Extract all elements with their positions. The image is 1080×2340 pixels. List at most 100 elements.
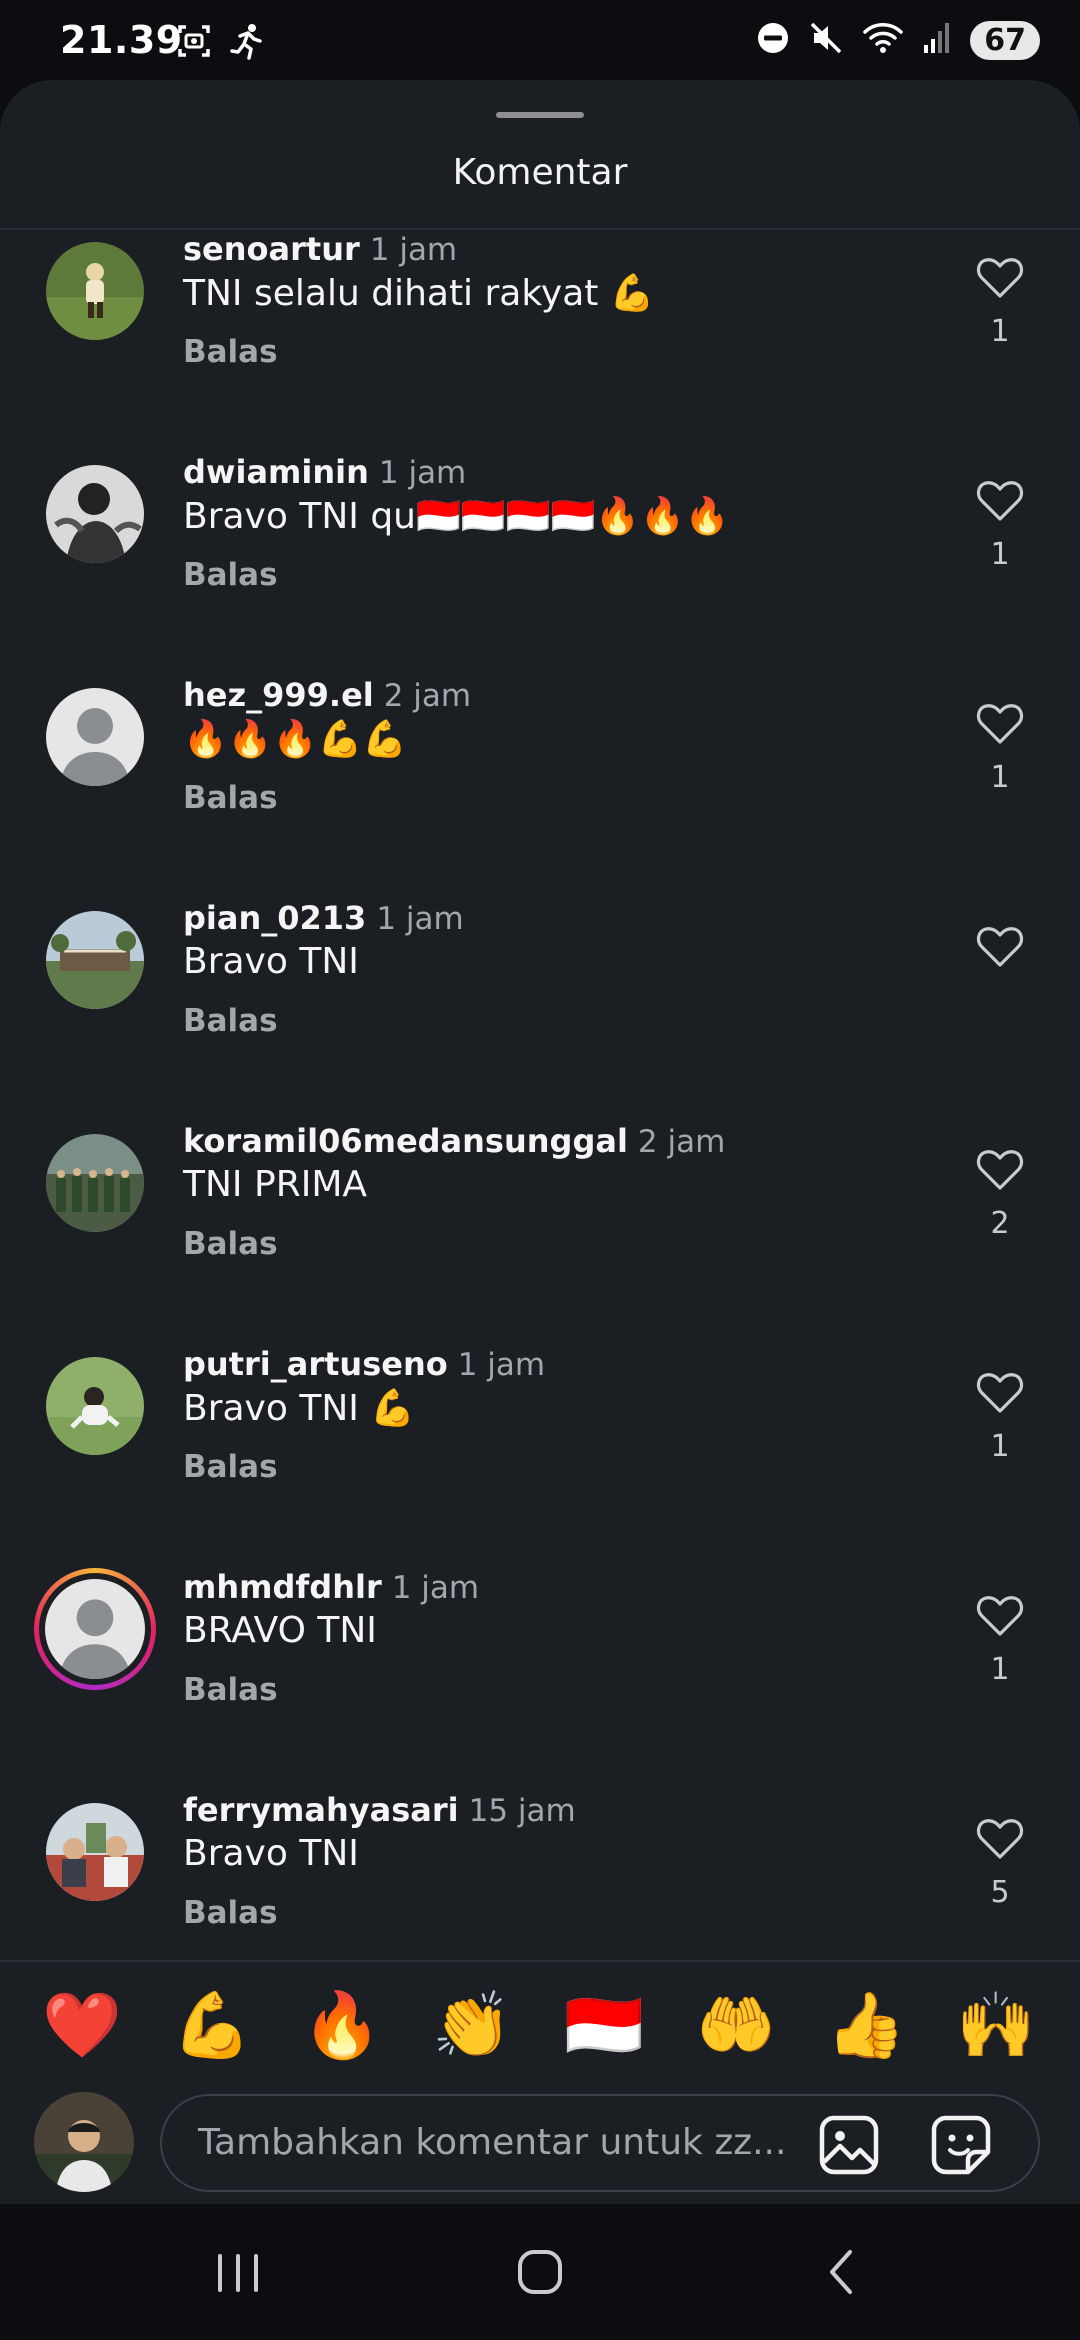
reply-button[interactable]: Balas bbox=[183, 1226, 278, 1262]
comment-username[interactable]: ferrymahyasari bbox=[183, 1791, 459, 1829]
reaction-indonesia-flag-emoji[interactable]: 🇮🇩 bbox=[562, 1984, 646, 2068]
home-icon[interactable] bbox=[500, 2240, 580, 2304]
comment-item: hez_999.el 2 jam 🔥🔥🔥💪💪 Balas 1 bbox=[0, 676, 1080, 899]
system-navigation-bar bbox=[0, 2204, 1080, 2340]
status-time: 21.39 bbox=[60, 18, 183, 62]
reply-button[interactable]: Balas bbox=[183, 334, 278, 370]
comment-text: BRAVO TNI bbox=[183, 1610, 377, 1651]
comment-item: pian_0213 1 jam Bravo TNI Balas bbox=[0, 899, 1080, 1122]
like-button[interactable]: 1 bbox=[970, 479, 1030, 572]
reply-button[interactable]: Balas bbox=[183, 780, 278, 816]
sheet-title: Komentar bbox=[452, 152, 628, 193]
like-button[interactable]: 1 bbox=[970, 702, 1030, 795]
reaction-heart-emoji[interactable]: ❤️ bbox=[40, 1984, 124, 2068]
like-button[interactable]: 1 bbox=[970, 256, 1030, 349]
comment-username[interactable]: koramil06medansunggal bbox=[183, 1122, 628, 1160]
comment-username[interactable]: senoartur bbox=[183, 230, 360, 268]
comment-input-placeholder: Tambahkan komentar untuk zz... bbox=[198, 2122, 787, 2163]
wifi-icon bbox=[862, 20, 904, 60]
like-button[interactable]: 2 bbox=[970, 1148, 1030, 1241]
avatar[interactable] bbox=[46, 242, 144, 340]
heart-icon bbox=[976, 1150, 1024, 1190]
heart-icon bbox=[976, 704, 1024, 744]
recent-apps-icon[interactable] bbox=[198, 2240, 278, 2304]
comment-text: Bravo TNI bbox=[183, 941, 359, 982]
comment-item: dwiaminin 1 jam Bravo TNI qu🇮🇩🇮🇩🇮🇩🇮🇩🔥🔥🔥 B… bbox=[0, 453, 1080, 676]
comment-username[interactable]: pian_0213 bbox=[183, 899, 366, 937]
mute-icon bbox=[808, 20, 844, 60]
comment-time: 1 jam bbox=[457, 1347, 546, 1383]
signal-icon bbox=[922, 21, 952, 59]
avatar[interactable] bbox=[46, 465, 144, 563]
comment-time: 1 jam bbox=[369, 232, 458, 268]
reply-button[interactable]: Balas bbox=[183, 557, 278, 593]
like-count: 5 bbox=[990, 1875, 1010, 1910]
reaction-fire-emoji[interactable]: 🔥 bbox=[300, 1984, 384, 2068]
screen-record-icon bbox=[176, 23, 212, 63]
comment-time: 2 jam bbox=[637, 1124, 726, 1160]
like-button[interactable]: 1 bbox=[970, 1371, 1030, 1464]
comment-time: 1 jam bbox=[376, 901, 464, 937]
comment-input-row: Tambahkan komentar untuk zz... bbox=[0, 2090, 1080, 2204]
reply-button[interactable]: Balas bbox=[183, 1672, 278, 1708]
comment-time: 1 jam bbox=[391, 1570, 480, 1606]
comment-username[interactable]: dwiaminin bbox=[183, 453, 369, 491]
reaction-thumbs-up-emoji[interactable]: 👍 bbox=[824, 1984, 908, 2068]
avatar-story-ring[interactable] bbox=[34, 1568, 156, 1690]
sticker-icon[interactable] bbox=[928, 2112, 994, 2178]
comment-input[interactable]: Tambahkan komentar untuk zz... bbox=[160, 2094, 1040, 2192]
like-button[interactable] bbox=[970, 925, 1030, 983]
avatar[interactable] bbox=[46, 911, 144, 1009]
comment-username[interactable]: putri_artuseno bbox=[183, 1345, 448, 1383]
comment-text: TNI PRIMA bbox=[183, 1164, 368, 1205]
comment-item: putri_artuseno 1 jam Bravo TNI 💪 Balas 1 bbox=[0, 1345, 1080, 1568]
reply-button[interactable]: Balas bbox=[183, 1449, 278, 1485]
image-icon[interactable] bbox=[816, 2112, 882, 2178]
comment-text: 🔥🔥🔥💪💪 bbox=[183, 719, 408, 760]
like-count: 1 bbox=[990, 314, 1010, 349]
like-count: 1 bbox=[990, 1652, 1010, 1687]
comment-list[interactable]: senoartur 1 jam TNI selalu dihati rakyat … bbox=[0, 230, 1080, 2036]
heart-icon bbox=[976, 927, 1024, 967]
reaction-raised-hands-emoji[interactable]: 🙌 bbox=[954, 1984, 1038, 2068]
comment-text: TNI selalu dihati rakyat 💪 bbox=[183, 273, 655, 314]
comment-username[interactable]: mhmdfdhlr bbox=[183, 1568, 382, 1606]
like-button[interactable]: 1 bbox=[970, 1594, 1030, 1687]
battery-indicator: 67 bbox=[970, 20, 1040, 60]
heart-icon bbox=[976, 1596, 1024, 1636]
comment-item: mhmdfdhlr 1 jam BRAVO TNI Balas 1 bbox=[0, 1568, 1080, 1791]
reaction-muscle-emoji[interactable]: 💪 bbox=[170, 1984, 254, 2068]
reply-button[interactable]: Balas bbox=[183, 1003, 278, 1039]
comment-text: Bravo TNI 💪 bbox=[183, 1388, 416, 1429]
like-button[interactable]: 5 bbox=[970, 1817, 1030, 1910]
avatar[interactable] bbox=[46, 1357, 144, 1455]
comment-text: Bravo TNI qu🇮🇩🇮🇩🇮🇩🇮🇩🔥🔥🔥 bbox=[183, 496, 730, 537]
avatar[interactable] bbox=[46, 688, 144, 786]
reaction-palms-up-emoji[interactable]: 🤲 bbox=[694, 1984, 778, 2068]
avatar[interactable] bbox=[46, 1134, 144, 1232]
back-icon[interactable] bbox=[802, 2240, 882, 2304]
comment-item: senoartur 1 jam TNI selalu dihati rakyat … bbox=[0, 230, 1080, 453]
heart-icon bbox=[976, 481, 1024, 521]
heart-icon bbox=[976, 1373, 1024, 1413]
status-bar: 21.39 67 bbox=[0, 0, 1080, 90]
current-user-avatar bbox=[34, 2092, 134, 2192]
do-not-disturb-icon bbox=[756, 21, 790, 59]
comment-text: Bravo TNI bbox=[183, 1833, 359, 1874]
reaction-clap-emoji[interactable]: 👏 bbox=[430, 1984, 514, 2068]
avatar[interactable] bbox=[46, 1803, 144, 1901]
comment-time: 15 jam bbox=[468, 1793, 576, 1829]
comment-time: 2 jam bbox=[383, 678, 472, 714]
comment-item: koramil06medansunggal 2 jam TNI PRIMA Bal… bbox=[0, 1122, 1080, 1345]
comments-sheet: Komentar senoartur 1 jam TNI selalu dihat… bbox=[0, 80, 1080, 2204]
comment-time: 1 jam bbox=[378, 455, 467, 491]
like-count: 2 bbox=[990, 1206, 1010, 1241]
sheet-drag-handle[interactable] bbox=[496, 112, 584, 118]
reply-button[interactable]: Balas bbox=[183, 1895, 278, 1931]
like-count: 1 bbox=[990, 1429, 1010, 1464]
comment-username[interactable]: hez_999.el bbox=[183, 676, 374, 714]
heart-icon bbox=[976, 258, 1024, 298]
heart-icon bbox=[976, 1819, 1024, 1859]
like-count: 1 bbox=[990, 537, 1010, 572]
quick-reaction-bar: ❤️ 💪 🔥 👏 🇮🇩 🤲 👍 🙌 bbox=[0, 1960, 1080, 2084]
